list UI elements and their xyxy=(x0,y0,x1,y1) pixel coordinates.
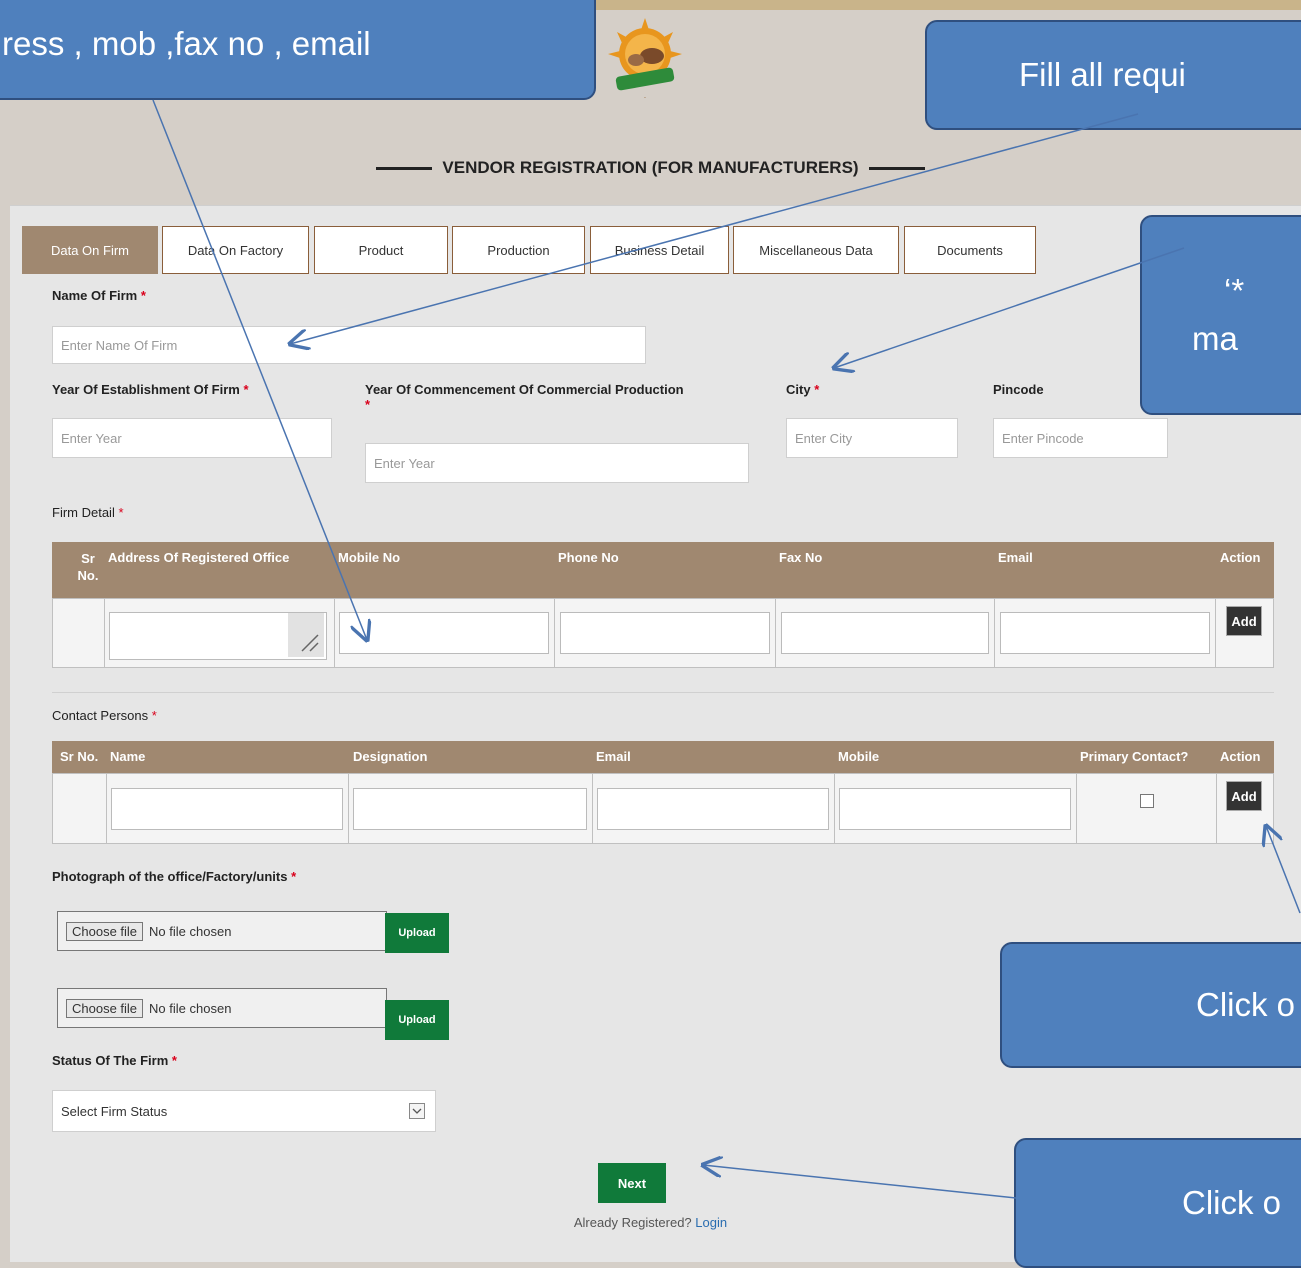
arrow-to-add xyxy=(1266,826,1301,914)
callout-arrows xyxy=(152,99,1301,1199)
arrow-to-next xyxy=(703,1165,1017,1199)
arrow-to-city xyxy=(834,247,1185,368)
arrow-to-name-of-firm xyxy=(290,113,1139,344)
arrow-to-mobile xyxy=(152,99,367,640)
